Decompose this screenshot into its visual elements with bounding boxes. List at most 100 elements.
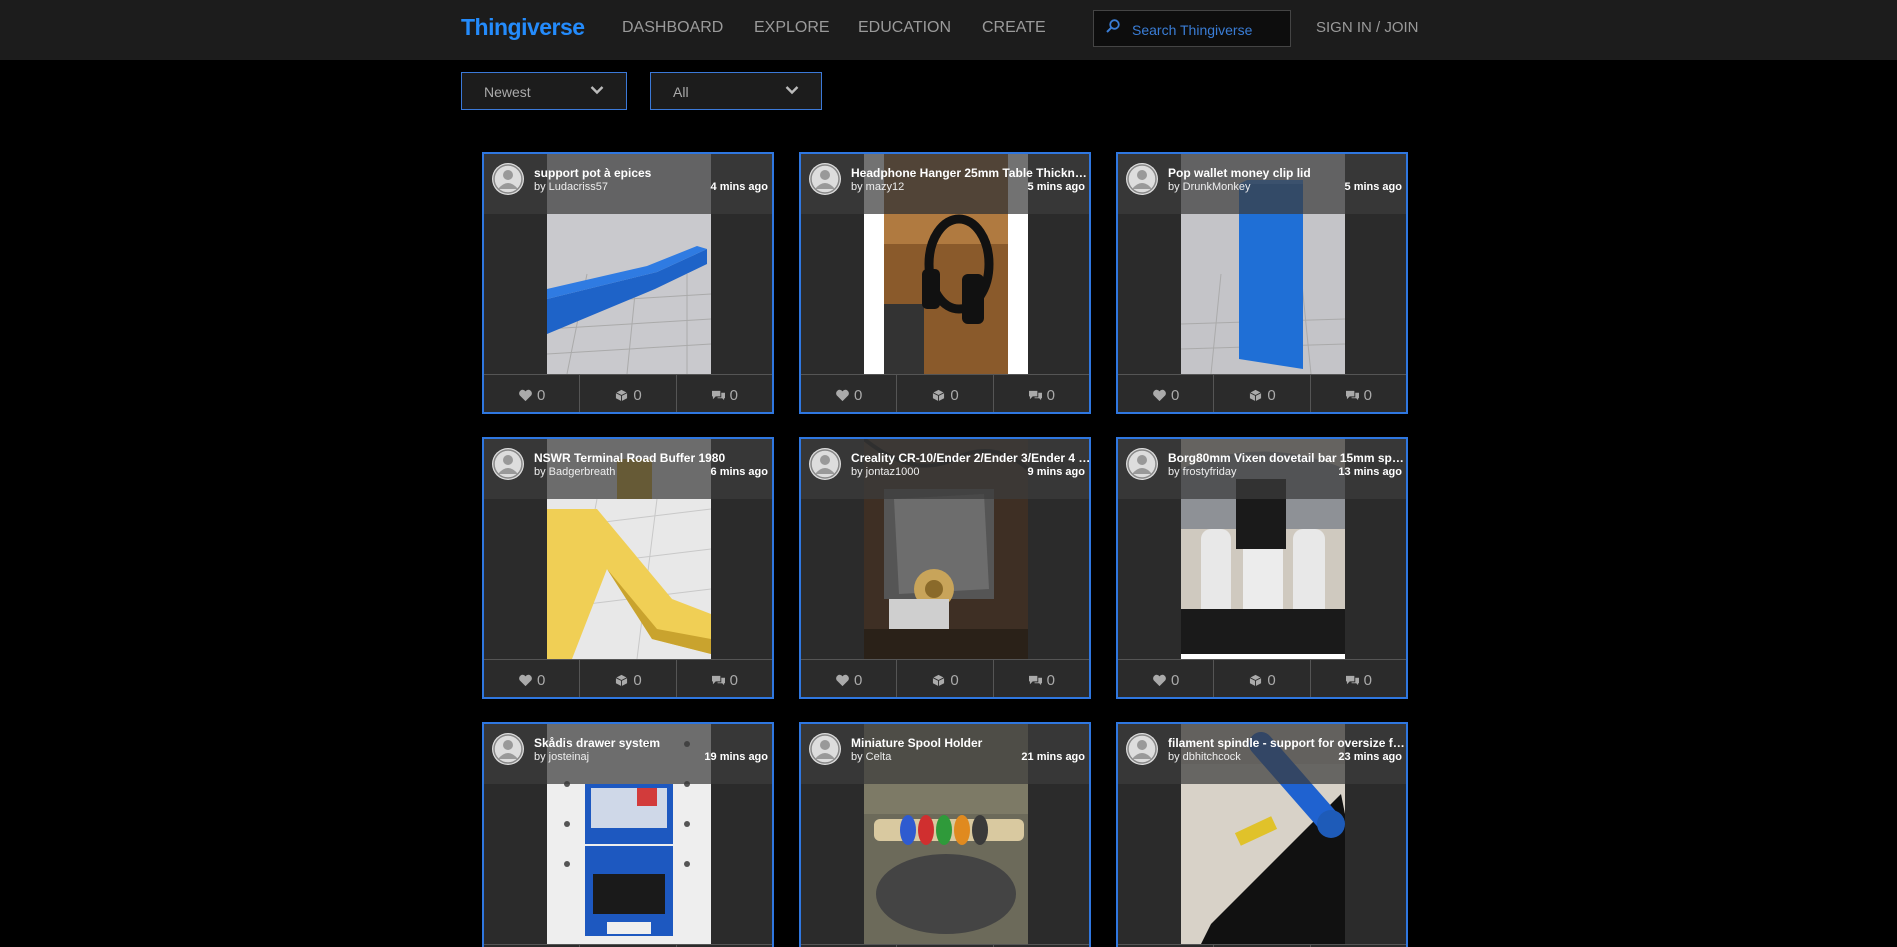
thing-author[interactable]: by DrunkMonkey — [1168, 181, 1251, 193]
collect-count: 0 — [633, 671, 642, 689]
thing-title[interactable]: Borg80mm Vixen dovetail bar 15mm spa... — [1168, 451, 1406, 465]
like-count: 0 — [1170, 386, 1180, 404]
collection-box-icon — [1250, 674, 1262, 686]
collect-count: 0 — [950, 671, 959, 689]
thing-time: 5 mins ago — [1027, 181, 1085, 193]
card-header: Creality CR-10/Ender 2/Ender 3/Ender 4 E… — [801, 439, 1089, 499]
thing-author[interactable]: by mazy12 — [851, 181, 904, 193]
user-avatar-icon — [493, 164, 523, 194]
comments-icon — [711, 675, 725, 685]
card-stats: 0 0 0 — [484, 374, 772, 412]
thing-author[interactable]: by frostyfriday — [1168, 466, 1236, 478]
user-avatar-icon — [1127, 164, 1157, 194]
comment-button[interactable]: 0 — [994, 375, 1089, 412]
nav-explore[interactable]: EXPLORE — [754, 19, 830, 37]
avatar[interactable] — [1126, 733, 1158, 765]
avatar[interactable] — [1126, 448, 1158, 480]
user-avatar-icon — [1127, 449, 1157, 479]
thing-card[interactable]: support pot à epices by Ludacriss57 4 mi… — [482, 152, 774, 414]
thing-card[interactable]: Creality CR-10/Ender 2/Ender 3/Ender 4 E… — [799, 437, 1091, 699]
comment-count: 0 — [1363, 671, 1372, 689]
collect-button[interactable]: 0 — [580, 660, 677, 697]
thing-card[interactable]: Pop wallet money clip lid by DrunkMonkey… — [1116, 152, 1408, 414]
card-stats: 0 0 0 — [801, 659, 1089, 697]
sort-select[interactable]: Newest — [461, 72, 627, 110]
comments-icon — [711, 390, 725, 400]
avatar[interactable] — [809, 163, 841, 195]
avatar[interactable] — [809, 448, 841, 480]
thingiverse-logo[interactable]: Thingiverse — [461, 14, 585, 41]
avatar[interactable] — [492, 733, 524, 765]
comment-count: 0 — [1363, 386, 1372, 404]
heart-icon — [836, 674, 849, 686]
thing-time: 6 mins ago — [710, 466, 768, 478]
collection-box-icon — [616, 389, 628, 401]
avatar[interactable] — [492, 163, 524, 195]
collect-count: 0 — [1267, 386, 1276, 404]
comment-button[interactable]: 0 — [1311, 660, 1406, 697]
like-count: 0 — [536, 671, 546, 689]
like-button[interactable]: 0 — [1118, 375, 1215, 412]
search-placeholder: Search Thingiverse — [1132, 22, 1253, 38]
search-input[interactable]: Search Thingiverse — [1093, 10, 1291, 47]
card-header: Miniature Spool Holder by Celta 21 mins … — [801, 724, 1089, 784]
card-header: NSWR Terminal Road Buffer 1980 by Badger… — [484, 439, 772, 499]
heart-icon — [836, 389, 849, 401]
thing-title[interactable]: Skådis drawer system — [534, 736, 772, 750]
thing-card[interactable]: Borg80mm Vixen dovetail bar 15mm spa... … — [1116, 437, 1408, 699]
chevron-down-icon — [590, 86, 604, 95]
card-header: Skådis drawer system by josteinaj 19 min… — [484, 724, 772, 784]
card-header: Borg80mm Vixen dovetail bar 15mm spa... … — [1118, 439, 1406, 499]
comment-button[interactable]: 0 — [994, 660, 1089, 697]
thing-card[interactable]: Headphone Hanger 25mm Table Thickness by… — [799, 152, 1091, 414]
avatar[interactable] — [809, 733, 841, 765]
thing-card[interactable]: Skådis drawer system by josteinaj 19 min… — [482, 722, 774, 947]
collect-button[interactable]: 0 — [897, 375, 994, 412]
thing-card[interactable]: filament spindle - support for oversize … — [1116, 722, 1408, 947]
thing-author[interactable]: by dbhitchcock — [1168, 751, 1241, 763]
nav-dashboard[interactable]: DASHBOARD — [622, 19, 723, 37]
user-avatar-icon — [493, 734, 523, 764]
thing-author[interactable]: by Celta — [851, 751, 891, 763]
nav-create[interactable]: CREATE — [982, 19, 1046, 37]
like-button[interactable]: 0 — [484, 660, 581, 697]
thing-author[interactable]: by Badgerbreath — [534, 466, 615, 478]
avatar[interactable] — [1126, 163, 1158, 195]
like-button[interactable]: 0 — [801, 660, 898, 697]
collect-button[interactable]: 0 — [580, 375, 677, 412]
heart-icon — [519, 674, 532, 686]
comments-icon — [1028, 675, 1042, 685]
collect-button[interactable]: 0 — [897, 660, 994, 697]
nav-education[interactable]: EDUCATION — [858, 19, 951, 37]
collection-box-icon — [1250, 389, 1262, 401]
like-button[interactable]: 0 — [1118, 660, 1215, 697]
thing-author[interactable]: by Ludacriss57 — [534, 181, 608, 193]
thing-time: 4 mins ago — [710, 181, 768, 193]
thing-title[interactable]: filament spindle - support for oversize … — [1168, 736, 1406, 750]
category-select-value: All — [673, 84, 689, 100]
thing-title[interactable]: Creality CR-10/Ender 2/Ender 3/Ender 4 E… — [851, 451, 1089, 465]
thing-title[interactable]: NSWR Terminal Road Buffer 1980 — [534, 451, 772, 465]
card-stats: 0 0 0 — [1118, 659, 1406, 697]
thing-time: 13 mins ago — [1338, 466, 1402, 478]
comment-button[interactable]: 0 — [677, 375, 772, 412]
like-button[interactable]: 0 — [484, 375, 581, 412]
collect-button[interactable]: 0 — [1214, 660, 1311, 697]
avatar[interactable] — [492, 448, 524, 480]
like-button[interactable]: 0 — [801, 375, 898, 412]
thing-title[interactable]: Miniature Spool Holder — [851, 736, 1089, 750]
comment-button[interactable]: 0 — [1311, 375, 1406, 412]
category-select[interactable]: All — [650, 72, 822, 110]
comment-button[interactable]: 0 — [677, 660, 772, 697]
thing-author[interactable]: by jontaz1000 — [851, 466, 920, 478]
thing-card[interactable]: Miniature Spool Holder by Celta 21 mins … — [799, 722, 1091, 947]
card-header: Pop wallet money clip lid by DrunkMonkey… — [1118, 154, 1406, 214]
thing-card[interactable]: NSWR Terminal Road Buffer 1980 by Badger… — [482, 437, 774, 699]
collect-button[interactable]: 0 — [1214, 375, 1311, 412]
thing-title[interactable]: Headphone Hanger 25mm Table Thickness — [851, 166, 1089, 180]
user-avatar-icon — [810, 164, 840, 194]
thing-author[interactable]: by josteinaj — [534, 751, 589, 763]
thing-title[interactable]: Pop wallet money clip lid — [1168, 166, 1406, 180]
signin-join-link[interactable]: SIGN IN / JOIN — [1316, 19, 1419, 36]
thing-title[interactable]: support pot à epices — [534, 166, 772, 180]
